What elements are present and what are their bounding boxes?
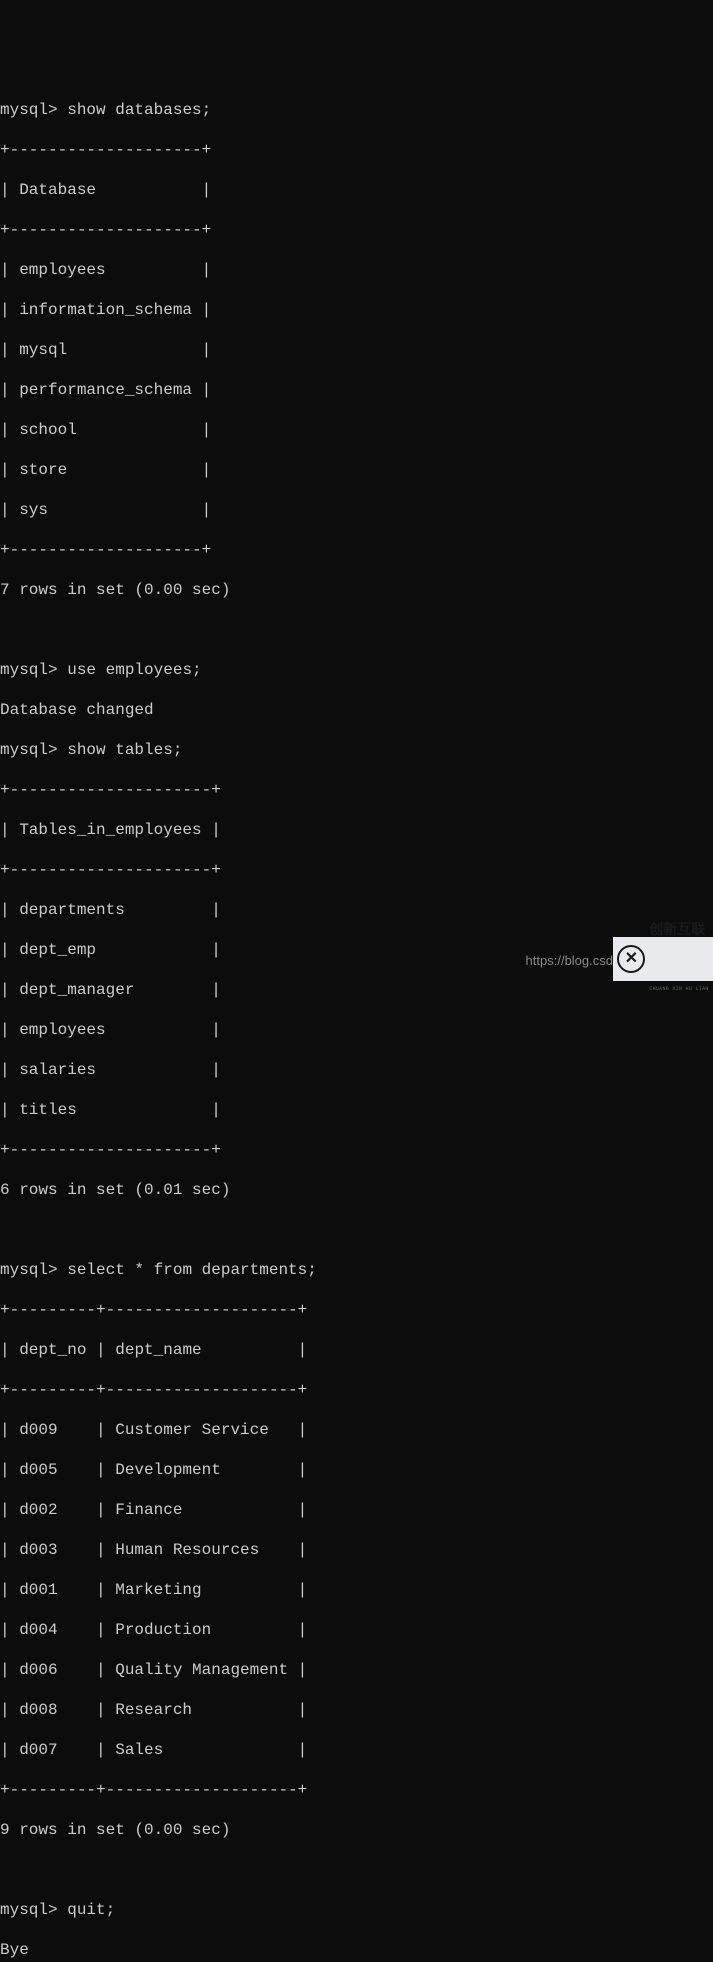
table-border: +---------+--------------------+ [0, 1380, 713, 1400]
blank-line [0, 620, 713, 640]
table-row: | d009 | Customer Service | [0, 1420, 713, 1440]
table-row: | store | [0, 460, 713, 480]
table-row: | d006 | Quality Management | [0, 1660, 713, 1680]
logo-icon: ✕ [617, 945, 645, 973]
table-row: | school | [0, 420, 713, 440]
result-summary: 7 rows in set (0.00 sec) [0, 580, 713, 600]
watermark-text: https://blog.csd [526, 951, 613, 971]
table-border: +---------+--------------------+ [0, 1300, 713, 1320]
table-border: +---------+--------------------+ [0, 1780, 713, 1800]
table-row: | employees | [0, 260, 713, 280]
status-line: Database changed [0, 700, 713, 720]
table-row: | d008 | Research | [0, 1700, 713, 1720]
table-row: | d004 | Production | [0, 1620, 713, 1640]
table-row: | employees | [0, 1020, 713, 1040]
table-row: | d005 | Development | [0, 1460, 713, 1480]
prompt-line: mysql> quit; [0, 1900, 713, 1920]
blank-line [0, 1220, 713, 1240]
bye-line: Bye [0, 1940, 713, 1960]
table-border: +--------------------+ [0, 220, 713, 240]
result-summary: 9 rows in set (0.00 sec) [0, 1820, 713, 1840]
table-row: | departments | [0, 900, 713, 920]
prompt-line: mysql> select * from departments; [0, 1260, 713, 1280]
table-row: | performance_schema | [0, 380, 713, 400]
table-row: | mysql | [0, 340, 713, 360]
table-row: | d002 | Finance | [0, 1500, 713, 1520]
blank-line [0, 1860, 713, 1880]
table-border: +--------------------+ [0, 540, 713, 560]
table-row: | sys | [0, 500, 713, 520]
table-row: | d003 | Human Resources | [0, 1540, 713, 1560]
table-border: +---------------------+ [0, 860, 713, 880]
table-row: | titles | [0, 1100, 713, 1120]
logo-badge: ✕ 创新互联 CHUANG XIN HU LIAN [613, 937, 713, 981]
logo-subtext: CHUANG XIN HU LIAN [649, 979, 708, 999]
result-summary: 6 rows in set (0.01 sec) [0, 1180, 713, 1200]
table-border: +---------------------+ [0, 780, 713, 800]
table-row: | d007 | Sales | [0, 1740, 713, 1760]
prompt-line: mysql> show databases; [0, 100, 713, 120]
table-border: +--------------------+ [0, 140, 713, 160]
table-border: +---------------------+ [0, 1140, 713, 1160]
logo-text: 创新互联 [649, 919, 708, 939]
table-row: | information_schema | [0, 300, 713, 320]
table-row: | dept_manager | [0, 980, 713, 1000]
terminal-output[interactable]: mysql> show databases; +----------------… [0, 80, 713, 1962]
table-header: | Tables_in_employees | [0, 820, 713, 840]
prompt-line: mysql> use employees; [0, 660, 713, 680]
table-row: | salaries | [0, 1060, 713, 1080]
table-header: | dept_no | dept_name | [0, 1340, 713, 1360]
prompt-line: mysql> show tables; [0, 740, 713, 760]
table-row: | d001 | Marketing | [0, 1580, 713, 1600]
table-header: | Database | [0, 180, 713, 200]
